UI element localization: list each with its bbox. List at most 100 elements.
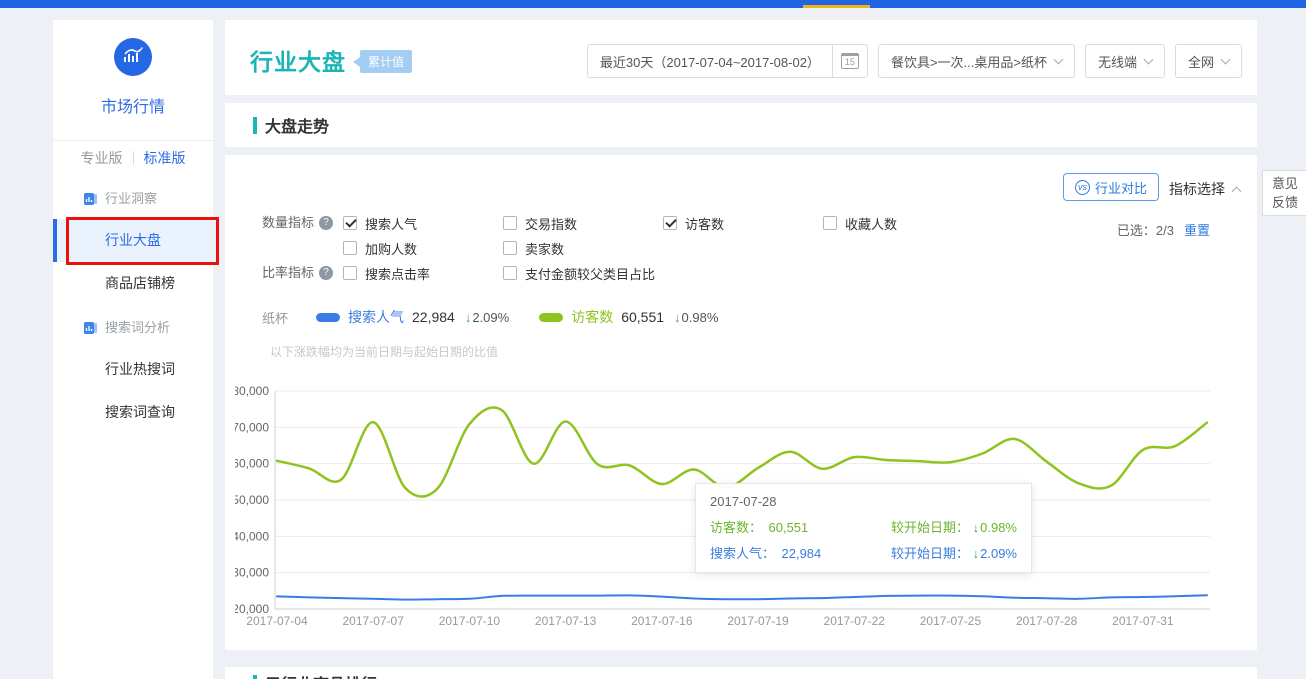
section-header: 大盘走势: [225, 103, 1257, 147]
feedback-line2: 反馈: [1272, 193, 1306, 212]
section-title: 大盘走势: [265, 113, 329, 137]
scope-value: 全网: [1188, 52, 1214, 71]
down-arrow-icon: ↓: [465, 310, 472, 325]
vs-icon: vs: [1075, 180, 1090, 195]
tab-standard[interactable]: 标准版: [134, 148, 196, 168]
svg-text:60,000: 60,000: [235, 457, 269, 471]
header-controls: 最近30天（2017-07-04~2017-08-02） 15 餐饮具>一次..…: [587, 44, 1242, 78]
compare-label: 行业对比: [1095, 178, 1147, 197]
trend-panel: vs 行业对比 指标选择 数量指标 ? 搜索人气交易指数访客数收藏人数加购人数卖…: [225, 155, 1257, 650]
help-icon[interactable]: ?: [319, 266, 333, 280]
industry-compare-button[interactable]: vs 行业对比: [1063, 173, 1159, 201]
selected-count: 已选：2/3: [1117, 220, 1174, 239]
svg-text:2017-07-07: 2017-07-07: [343, 614, 405, 628]
metric-checkbox-支付金额较父类目占比[interactable]: 支付金额较父类目占比: [503, 263, 663, 283]
checkbox-icon[interactable]: [823, 216, 837, 230]
checkbox-icon[interactable]: [343, 266, 357, 280]
divider: [53, 140, 213, 141]
ratio-metric-label: 比率指标 ?: [262, 263, 343, 283]
scope-select[interactable]: 全网: [1175, 44, 1242, 78]
section-marker: [253, 675, 257, 679]
brand-label: 市场行情: [53, 93, 213, 117]
category-value: 餐饮具>一次...桌用品>纸杯: [891, 52, 1047, 71]
sidebar: 市场行情 专业版 标准版 行业洞察行业大盘商品店铺榜搜索词分析行业热搜词搜索词查…: [53, 20, 213, 679]
top-nav-active-indicator: [803, 5, 870, 8]
checkbox-icon[interactable]: [343, 216, 357, 230]
chevron-up-icon: [1232, 186, 1242, 196]
checkbox-icon[interactable]: [503, 216, 517, 230]
down-arrow-icon: ↓: [674, 310, 681, 325]
sidebar-group-搜索词分析: 搜索词分析: [53, 308, 213, 348]
ratio-options: 搜索点击率支付金额较父类目占比: [343, 263, 983, 283]
reset-link[interactable]: 重置: [1184, 220, 1210, 239]
svg-text:2017-07-31: 2017-07-31: [1112, 614, 1174, 628]
feedback-tab[interactable]: 意见 反馈: [1262, 170, 1306, 216]
metric-checkbox-交易指数[interactable]: 交易指数: [503, 213, 663, 233]
active-indicator: [53, 219, 57, 262]
quantity-metric-label: 数量指标 ?: [262, 213, 343, 233]
brand: 市场行情: [53, 20, 213, 117]
metric-checkbox-搜索人气[interactable]: 搜索人气: [343, 213, 503, 233]
svg-text:2017-07-13: 2017-07-13: [535, 614, 597, 628]
feedback-line1: 意见: [1272, 174, 1306, 193]
svg-text:40,000: 40,000: [235, 529, 269, 543]
top-nav-bar: [0, 0, 1306, 8]
checkbox-icon[interactable]: [503, 241, 517, 255]
next-section-clipped: 子行业商品排行: [225, 667, 1257, 679]
svg-text:70,000: 70,000: [235, 420, 269, 434]
checkbox-icon[interactable]: [503, 266, 517, 280]
help-icon[interactable]: ?: [319, 216, 333, 230]
svg-text:50,000: 50,000: [235, 493, 269, 507]
chart-note: 以下涨跌幅均为当前日期与起始日期的比值: [270, 343, 498, 360]
chevron-down-icon: [1144, 54, 1154, 64]
tooltip-row-搜索人气: 搜索人气： 22,984较开始日期： ↓2.09%: [710, 543, 1017, 562]
metric-checkbox-卖家数[interactable]: 卖家数: [503, 238, 663, 258]
date-range-value: 最近30天（2017-07-04~2017-08-02）: [588, 52, 832, 71]
badge-arrow: [353, 57, 360, 67]
report-icon: [83, 192, 98, 206]
metric-checkbox-搜索点击率[interactable]: 搜索点击率: [343, 263, 503, 283]
device-select[interactable]: 无线端: [1085, 44, 1165, 78]
page-header: 行业大盘 累计值 最近30天（2017-07-04~2017-08-02） 15…: [225, 20, 1257, 95]
cumulative-badge: 累计值: [360, 50, 412, 73]
legend-item-搜索人气[interactable]: 搜索人气22,984↓2.09%: [316, 307, 509, 327]
sidebar-item-商品店铺榜[interactable]: 商品店铺榜: [53, 262, 213, 305]
tooltip-date: 2017-07-28: [710, 494, 1017, 509]
quantity-options: 搜索人气交易指数访客数收藏人数加购人数卖家数: [343, 213, 983, 258]
report-icon: [83, 321, 98, 335]
tooltip-row-访客数: 访客数： 60,551较开始日期： ↓0.98%: [710, 517, 1017, 536]
metric-checkbox-加购人数[interactable]: 加购人数: [343, 238, 503, 258]
legend-items: 搜索人气22,984↓2.09% 访客数60,551↓0.98%: [316, 307, 748, 327]
trend-chart-icon: [114, 38, 152, 76]
next-section-title: 子行业商品排行: [265, 671, 377, 679]
legend-item-访客数[interactable]: 访客数60,551↓0.98%: [539, 307, 718, 327]
section-marker: [253, 117, 257, 134]
selected-count-row: 已选：2/3 重置: [1117, 220, 1210, 239]
svg-text:2017-07-10: 2017-07-10: [439, 614, 501, 628]
metric-checkbox-area: 数量指标 ? 搜索人气交易指数访客数收藏人数加购人数卖家数 比率指标 ? 搜索点…: [262, 213, 983, 288]
svg-text:80,000: 80,000: [235, 384, 269, 398]
sidebar-group-行业洞察: 行业洞察: [53, 179, 213, 219]
svg-text:2017-07-16: 2017-07-16: [631, 614, 693, 628]
checkbox-icon[interactable]: [343, 241, 357, 255]
calendar-icon: 15: [841, 53, 859, 69]
sidebar-menu: 行业洞察行业大盘商品店铺榜搜索词分析行业热搜词搜索词查询: [53, 179, 213, 434]
legend-category: 纸杯: [262, 308, 288, 327]
checkbox-icon[interactable]: [663, 216, 677, 230]
metric-checkbox-访客数[interactable]: 访客数: [663, 213, 823, 233]
sidebar-item-搜索词查询[interactable]: 搜索词查询: [53, 391, 213, 434]
legend-swatch: [316, 313, 340, 322]
chart-tooltip: 2017-07-28 访客数： 60,551较开始日期： ↓0.98% 搜索人气：…: [695, 483, 1032, 573]
metric-checkbox-收藏人数[interactable]: 收藏人数: [823, 213, 983, 233]
sidebar-item-行业热搜词[interactable]: 行业热搜词: [53, 348, 213, 391]
tab-pro[interactable]: 专业版: [71, 148, 133, 168]
chevron-down-icon: [1054, 54, 1064, 64]
metric-select-toggle[interactable]: 指标选择: [1169, 179, 1240, 199]
date-range-picker[interactable]: 最近30天（2017-07-04~2017-08-02） 15: [587, 44, 868, 78]
category-select[interactable]: 餐饮具>一次...桌用品>纸杯: [878, 44, 1075, 78]
svg-text:2017-07-22: 2017-07-22: [824, 614, 886, 628]
sidebar-item-行业大盘[interactable]: 行业大盘: [53, 219, 213, 262]
chart-legend: 纸杯 搜索人气22,984↓2.09% 访客数60,551↓0.98%: [262, 307, 748, 327]
metric-select-label: 指标选择: [1169, 179, 1225, 199]
version-tabs: 专业版 标准版: [53, 148, 213, 168]
